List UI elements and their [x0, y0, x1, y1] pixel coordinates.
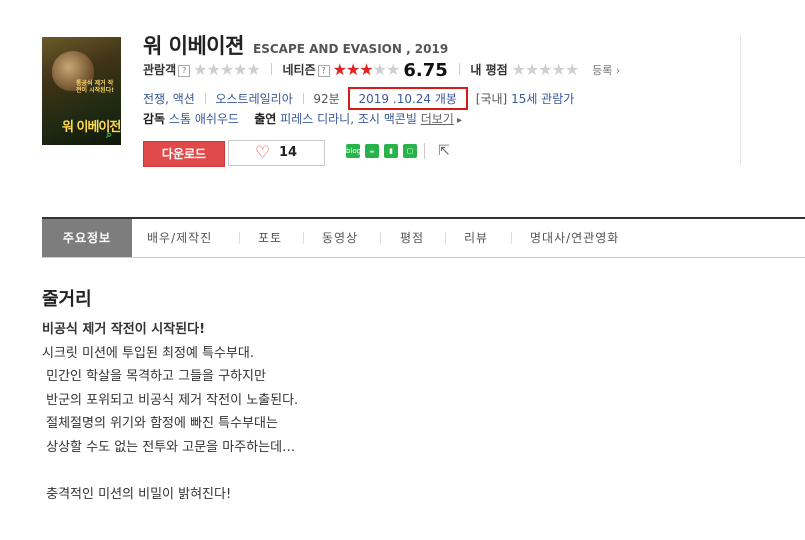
synopsis-line: 민간인 학살을 목격하고 그들을 구하지만 [42, 369, 266, 384]
synopsis-headline: 비공식 제거 작전이 시작된다! [42, 322, 206, 337]
memo-share-icon[interactable]: ▢ [403, 143, 417, 158]
release-date[interactable]: 2019 .10.24 개봉 [347, 87, 468, 110]
poster-tagline: 통공식 제거 작전이 시작된다! [76, 80, 114, 94]
cast-links[interactable]: 피레스 디라니, 조시 맥콘빌 [280, 112, 417, 126]
country-link[interactable]: 오스트레일리아 [215, 92, 292, 106]
divider [302, 93, 304, 104]
age-rating-link[interactable]: 15세 관람가 [511, 92, 574, 106]
audience-rating-label: 관람객 [143, 63, 177, 77]
cast-label: 출연 [254, 112, 277, 126]
director-link[interactable]: 스톰 애쉬우드 [169, 112, 239, 126]
tab-reviews[interactable]: 리뷰 [464, 219, 488, 257]
divider [458, 63, 460, 75]
tab-quotes-related[interactable]: 명대사/연관영화 [530, 219, 619, 257]
zoom-icon[interactable]: ⌕ [106, 129, 118, 141]
divider [270, 63, 272, 75]
tab-main-info[interactable]: 주요정보 [42, 219, 132, 257]
movie-title[interactable]: 워 이베이젼 [143, 34, 244, 58]
my-rating-stars[interactable]: ★★★★★ [512, 60, 580, 79]
rating-row: 관람객? ★★★★★ 네티즌? ★★★★★ 6.75 내 평점 ★★★★★ 등록 › [143, 60, 620, 81]
more-cast-link[interactable]: 더보기 [421, 112, 454, 126]
movie-title-row: 워 이베이젼 ESCAPE AND EVASION , 2019 [143, 30, 448, 60]
vertical-divider [740, 35, 741, 165]
audience-help-icon[interactable]: ? [178, 65, 191, 77]
tab-bar: 주요정보 배우/제작진 포토 동영상 평점 리뷰 명대사/연관영화 [42, 217, 805, 258]
social-share-bar: blog ☕ ▮ ▢ ⇱ [346, 140, 457, 159]
bookmark-share-icon[interactable]: ▮ [384, 143, 398, 158]
netizen-score: 6.75 [403, 60, 448, 81]
tab-divider [380, 232, 381, 244]
audience-stars: ★★★★★ [193, 60, 261, 79]
rating-region: [국내] [475, 92, 508, 106]
like-count: 14 [279, 145, 298, 160]
tab-video[interactable]: 동영상 [322, 219, 358, 257]
synopsis-heading: 줄거리 [42, 289, 92, 310]
tab-divider [445, 232, 446, 244]
like-button[interactable]: ♡ 14 [228, 140, 325, 166]
cafe-share-icon[interactable]: ☕ [365, 143, 379, 158]
movie-title-english: ESCAPE AND EVASION , 2019 [253, 42, 449, 56]
tab-divider [511, 232, 512, 244]
my-rating-label: 내 평점 [470, 63, 508, 77]
tab-divider [239, 232, 240, 244]
divider [424, 142, 425, 159]
share-icon[interactable]: ⇱ [436, 144, 452, 158]
heart-icon: ♡ [255, 143, 271, 163]
movie-poster[interactable]: 통공식 제거 작전이 시작된다! 워 이베이전 ⌕ [42, 37, 121, 145]
movie-info-row: 전쟁, 액션 오스트레일리아 92분 2019 .10.24 개봉 [국내] 1… [143, 87, 574, 110]
download-button[interactable]: 다운로드 [143, 141, 225, 167]
tab-photo[interactable]: 포토 [258, 219, 282, 257]
blog-share-icon[interactable]: blog [346, 143, 361, 158]
divider [204, 93, 206, 104]
runtime: 92분 [313, 92, 340, 106]
synopsis-text: 비공식 제거 작전이 시작된다! 시크릿 미션에 투입된 최정예 특수부대. 민… [42, 318, 298, 506]
netizen-rating-label: 네티즌 [282, 63, 316, 77]
register-rating-link[interactable]: 등록 › [592, 64, 620, 77]
tab-cast-crew[interactable]: 배우/제작진 [147, 219, 212, 257]
synopsis-line: 상상할 수도 없는 전투와 고문을 마주하는데… [42, 439, 296, 455]
crew-row: 감독 스톰 애쉬우드 출연 피레스 디라니, 조시 맥콘빌 더보기 ▸ [143, 110, 462, 127]
tab-divider [303, 232, 304, 244]
caret-right-icon: ▸ [453, 115, 463, 126]
director-label: 감독 [143, 112, 166, 126]
synopsis-line: 충격적인 미션의 비밀이 밝혀진다! [42, 486, 232, 502]
synopsis-line: 시크릿 미션에 투입된 최정예 특수부대. [42, 345, 255, 361]
chevron-right-icon: › [615, 64, 621, 77]
synopsis-line: 반군의 포위되고 비공식 제거 작전이 노출된다. [42, 392, 299, 408]
netizen-help-icon[interactable]: ? [317, 65, 330, 77]
genre-link[interactable]: 전쟁, 액션 [143, 92, 195, 106]
netizen-stars: ★★★★★ [332, 60, 401, 79]
tab-ratings[interactable]: 평점 [400, 219, 424, 257]
synopsis-line: 절체절명의 위기와 함정에 빠진 특수부대는 [42, 416, 278, 431]
